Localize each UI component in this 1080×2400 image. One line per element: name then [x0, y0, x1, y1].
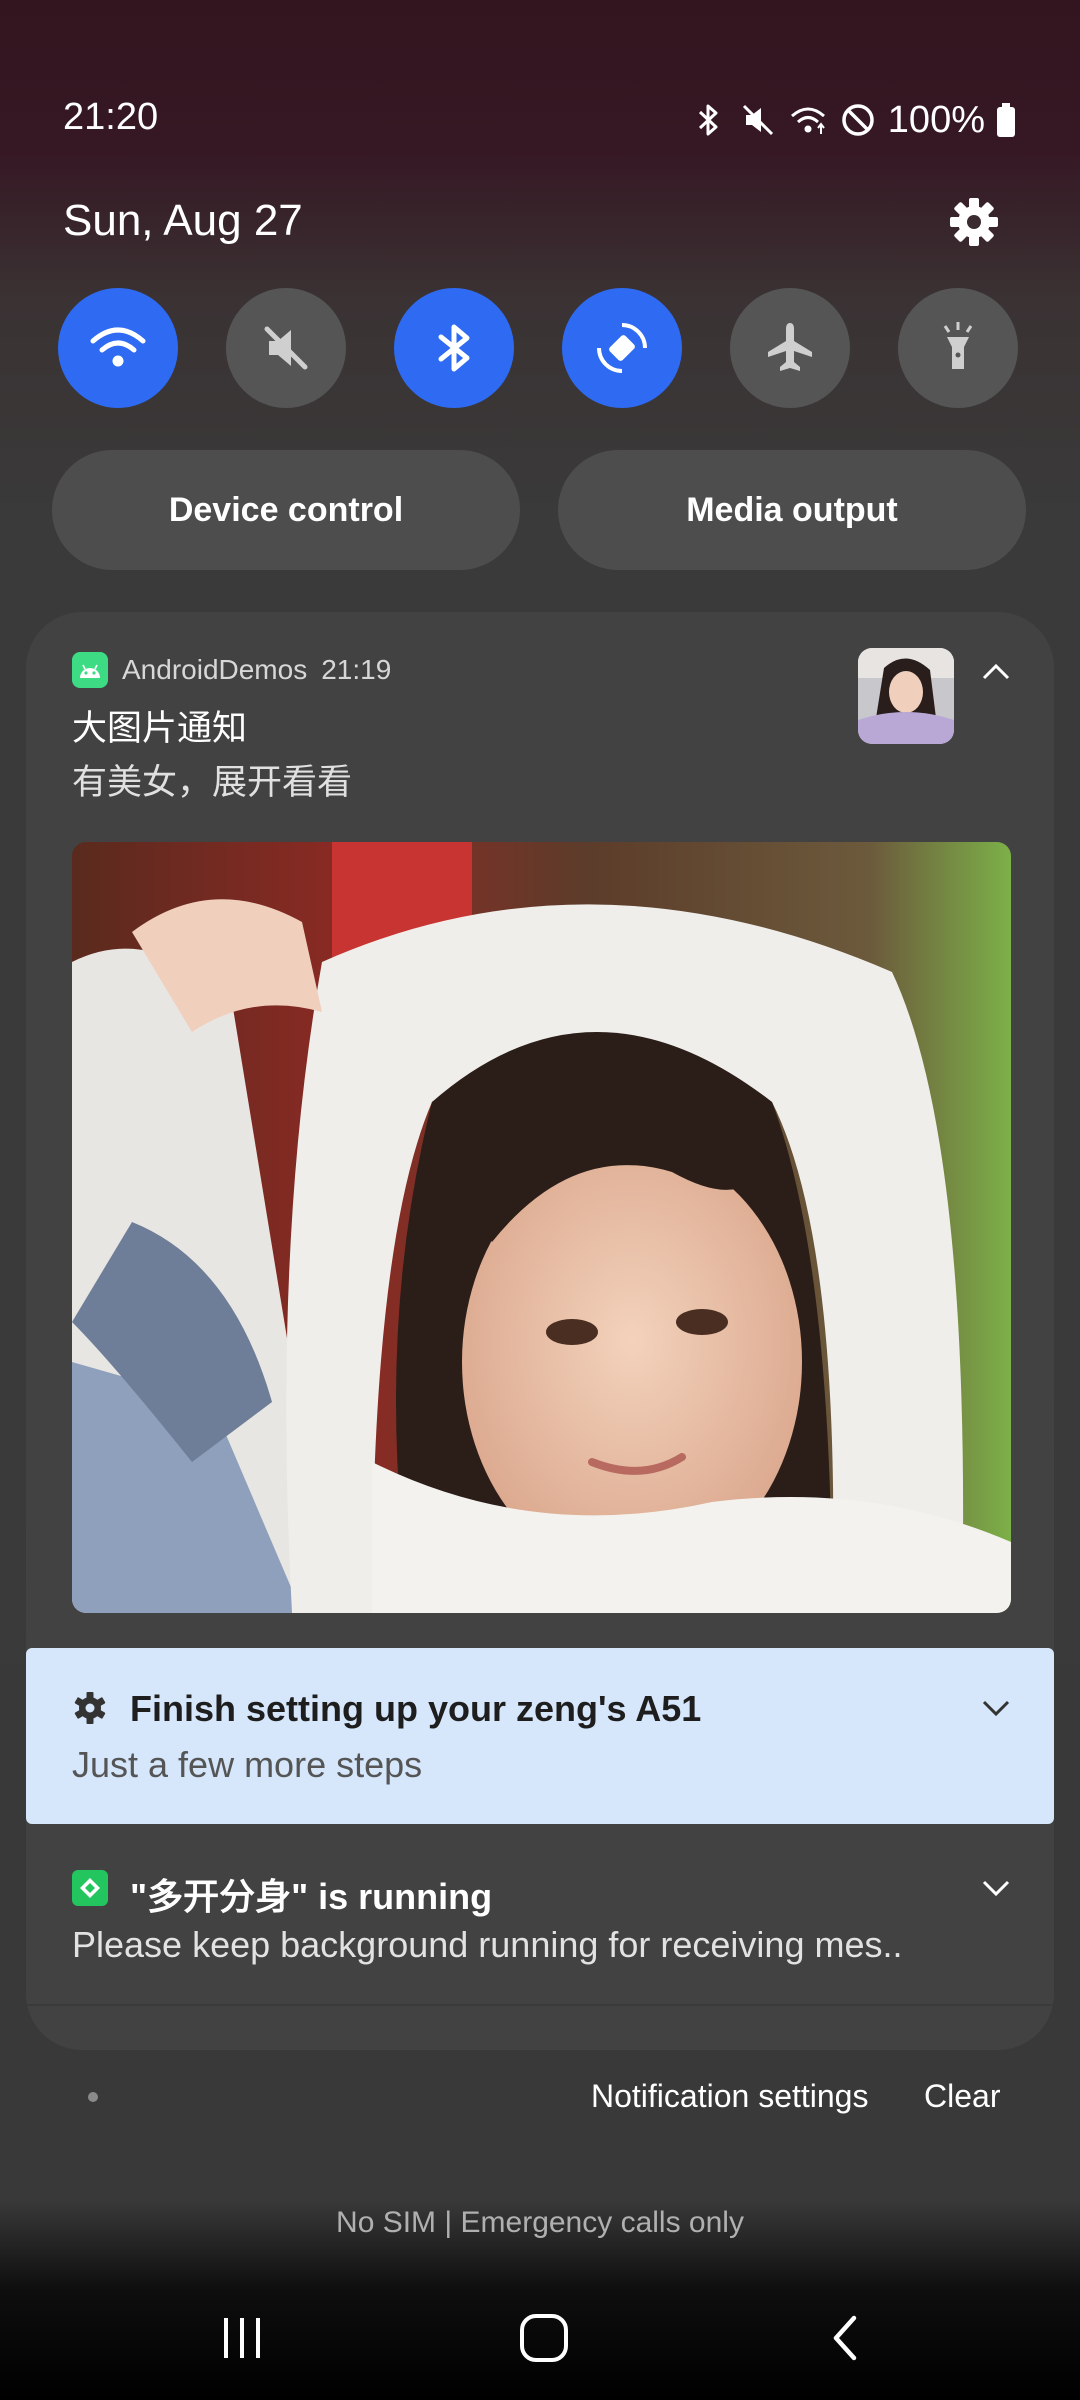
notification-title: 大图片通知: [72, 709, 248, 748]
notification-text: Just a few more steps: [72, 1744, 423, 1785]
recents-icon[interactable]: [218, 2314, 266, 2362]
notification-title: "多开分身" is running: [130, 1876, 493, 1917]
airplane-mode-toggle[interactable]: [730, 288, 850, 408]
auto-rotate-toggle[interactable]: [562, 288, 682, 408]
collapse-chevron-icon[interactable]: [978, 660, 1014, 684]
notification-time: 21:19: [321, 654, 392, 685]
clear-button[interactable]: Clear: [924, 2078, 1000, 2115]
notification-settings-button[interactable]: Notification settings: [591, 2078, 868, 2115]
settings-gear-icon: [74, 1692, 106, 1724]
notification-big-picture[interactable]: AndroidDemos 21:19 大图片通知 有美女，展开看看: [26, 612, 1054, 1648]
notification-thumbnail: [858, 648, 954, 744]
expand-chevron-icon[interactable]: [978, 1876, 1014, 1900]
notification-panel: AndroidDemos 21:19 大图片通知 有美女，展开看看 Finish…: [26, 612, 1054, 2050]
do-not-disturb-icon: [842, 104, 874, 136]
home-icon[interactable]: [518, 2312, 570, 2364]
flashlight-icon: [943, 322, 973, 369]
settings-gear-icon[interactable]: [946, 194, 1002, 250]
notification-setup[interactable]: Finish setting up your zeng's A51 Just a…: [26, 1648, 1054, 1824]
mute-icon: [264, 326, 308, 370]
bluetooth-icon: [698, 104, 718, 136]
dual-app-icon: [72, 1870, 108, 1906]
airplane-icon: [768, 323, 812, 371]
notification-text: Please keep background running for recei…: [72, 1924, 903, 1965]
notification-app-name: AndroidDemos: [122, 654, 308, 685]
device-control-button[interactable]: Device control: [52, 450, 520, 570]
wifi-icon: [90, 327, 146, 367]
mute-toggle[interactable]: [226, 288, 346, 408]
flashlight-toggle[interactable]: [898, 288, 1018, 408]
battery-percentage: 100%: [887, 98, 985, 141]
notification-title: Finish setting up your zeng's A51: [130, 1688, 702, 1729]
status-icons: 100%: [688, 96, 1017, 144]
date-text: Sun, Aug 27: [63, 196, 303, 245]
mute-icon: [742, 104, 773, 136]
notification-divider: [26, 2004, 1054, 2006]
battery-icon: [997, 103, 1015, 137]
expand-chevron-icon[interactable]: [978, 1696, 1014, 1720]
bluetooth-toggle[interactable]: [394, 288, 514, 408]
notification-header: AndroidDemos 21:19: [72, 652, 391, 688]
bluetooth-icon: [438, 324, 470, 372]
wifi-toggle[interactable]: [58, 288, 178, 408]
notification-running[interactable]: "多开分身" is running Please keep background…: [26, 1826, 1054, 2004]
back-icon[interactable]: [826, 2312, 866, 2364]
wifi-icon: [790, 107, 825, 134]
carrier-status: No SIM | Emergency calls only: [336, 2206, 744, 2239]
notification-text: 有美女，展开看看: [72, 763, 353, 802]
notification-big-picture-image: [72, 842, 1011, 1613]
auto-rotate-icon: [597, 323, 647, 373]
page-indicator-dot: [88, 2092, 98, 2102]
media-output-button[interactable]: Media output: [558, 450, 1026, 570]
android-app-icon: [72, 652, 108, 688]
status-time: 21:20: [63, 96, 159, 138]
